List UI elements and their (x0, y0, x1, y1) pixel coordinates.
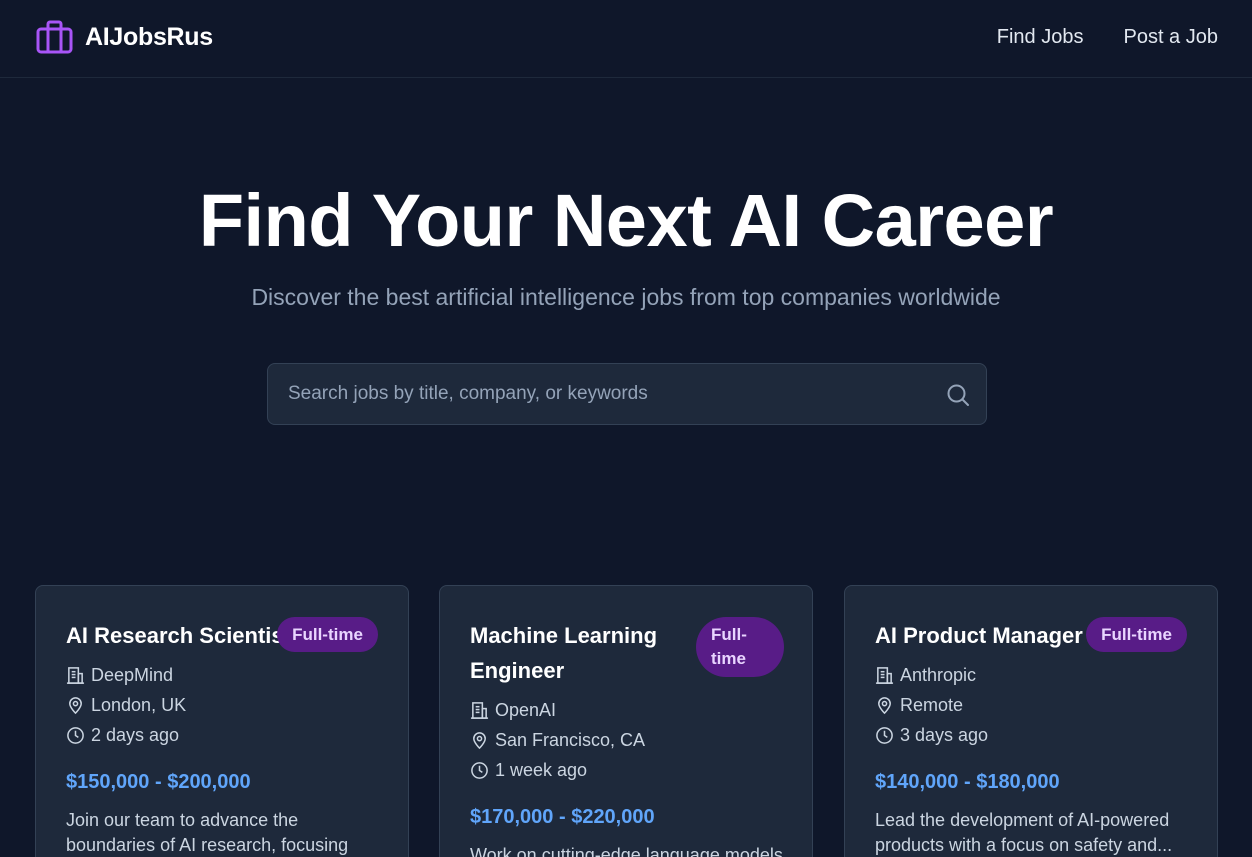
company-row: OpenAI (470, 698, 556, 722)
search-icon[interactable] (946, 383, 970, 407)
map-pin-icon (473, 731, 486, 749)
job-card[interactable]: AI Research Scientist Full-time DeepMind… (35, 585, 409, 857)
building-icon (66, 666, 85, 684)
job-type-badge: Full-time (277, 617, 378, 652)
job-title[interactable]: AI Research Scientist (66, 618, 291, 653)
hero-subtitle: Discover the best artificial intelligenc… (251, 284, 1001, 310)
job-card[interactable]: AI Product Manager Full-time Anthropic R… (844, 585, 1218, 857)
job-location: San Francisco, CA (495, 729, 646, 750)
brand-logo[interactable]: AIJobsRus (36, 19, 213, 55)
clock-icon (471, 761, 488, 779)
map-pin-icon (878, 696, 891, 714)
clock-icon (876, 726, 893, 744)
building-icon (875, 666, 894, 684)
location-row: Remote (875, 693, 963, 717)
company-name: Anthropic (900, 664, 977, 685)
posted-time: 1 week ago (495, 759, 588, 780)
posted-row: 1 week ago (470, 758, 587, 782)
job-location: Remote (900, 694, 964, 715)
top-navbar: AIJobsRus Find Jobs Post a Job (0, 0, 1252, 78)
search-bar (267, 363, 987, 425)
brand-name: AIJobsRus (85, 22, 213, 51)
salary-range: $140,000 - $180,000 (875, 771, 1060, 793)
map-pin-icon (69, 696, 82, 714)
job-description: Join our team to advance the boundaries … (66, 810, 349, 855)
clock-icon (67, 726, 84, 744)
search-input[interactable] (268, 364, 986, 424)
job-card[interactable]: Machine Learning Engineer Full-time Open… (439, 585, 813, 857)
job-title[interactable]: Machine Learning Engineer (470, 618, 675, 688)
job-description: Work on cutting-edge language models (470, 845, 783, 857)
company-row: Anthropic (875, 663, 976, 687)
posted-time: 3 days ago (900, 724, 989, 745)
briefcase-icon (36, 20, 73, 54)
job-title[interactable]: AI Product Manager (875, 618, 1085, 653)
posted-row: 2 days ago (66, 723, 179, 747)
hero-title: Find Your Next AI Career (198, 179, 1054, 262)
company-row: DeepMind (66, 663, 173, 687)
job-location: London, UK (91, 694, 187, 715)
location-row: London, UK (66, 693, 186, 717)
main-nav: Find Jobs Post a Job (997, 26, 1218, 49)
job-description: Lead the development of AI-powered produ… (875, 810, 1173, 855)
nav-post-a-job[interactable]: Post a Job (1123, 26, 1218, 49)
salary-range: $150,000 - $200,000 (66, 771, 251, 793)
posted-time: 2 days ago (91, 724, 180, 745)
salary-range: $170,000 - $220,000 (470, 806, 655, 828)
company-name: OpenAI (495, 699, 557, 720)
company-name: DeepMind (91, 664, 174, 685)
building-icon (470, 701, 489, 719)
location-row: San Francisco, CA (470, 728, 645, 752)
nav-find-jobs[interactable]: Find Jobs (997, 26, 1084, 49)
job-type-badge: Full-time (696, 617, 784, 677)
posted-row: 3 days ago (875, 723, 988, 747)
job-type-badge: Full-time (1086, 617, 1187, 652)
